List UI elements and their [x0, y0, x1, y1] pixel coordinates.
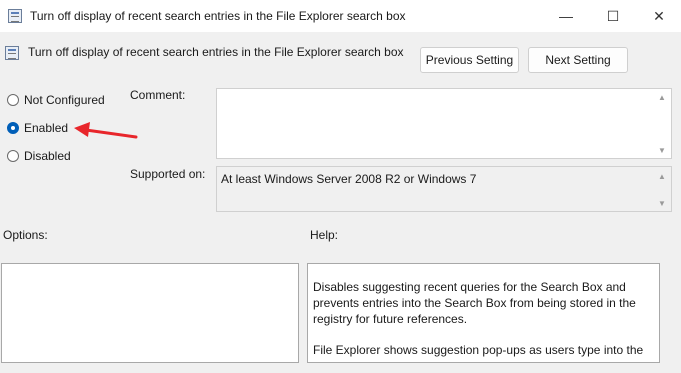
radio-enabled[interactable]: Enabled [7, 121, 68, 135]
supported-on-field: At least Windows Server 2008 R2 or Windo… [216, 166, 672, 212]
help-panel: Disables suggesting recent queries for t… [307, 263, 660, 363]
previous-setting-button[interactable]: Previous Setting [420, 47, 519, 73]
close-button[interactable]: ✕ [636, 0, 681, 32]
radio-not-configured-label: Not Configured [24, 93, 105, 107]
options-label: Options: [3, 228, 48, 242]
radio-disabled[interactable]: Disabled [7, 149, 71, 163]
radio-enabled-label: Enabled [24, 121, 69, 135]
annotation-arrow-icon [74, 122, 138, 139]
supported-on-value: At least Windows Server 2008 R2 or Windo… [221, 172, 477, 186]
scroll-up-icon[interactable]: ▲ [658, 172, 666, 181]
radio-disabled-label: Disabled [24, 149, 71, 163]
policy-icon [8, 9, 22, 23]
options-panel [1, 263, 299, 363]
setting-icon [5, 46, 19, 60]
scroll-down-icon[interactable]: ▼ [658, 199, 666, 208]
help-text: Disables suggesting recent queries for t… [313, 279, 651, 373]
radio-not-configured[interactable]: Not Configured [7, 93, 105, 107]
setting-title: Turn off display of recent search entrie… [28, 45, 404, 59]
comment-scrollbar[interactable]: ▲ ▼ [655, 93, 669, 155]
scroll-down-icon[interactable]: ▼ [658, 146, 666, 155]
scroll-up-icon[interactable]: ▲ [658, 93, 666, 102]
minimize-button[interactable]: — [543, 0, 589, 32]
help-label: Help: [310, 228, 339, 242]
window-title: Turn off display of recent search entrie… [30, 9, 406, 23]
radio-disabled-circle[interactable] [7, 150, 19, 162]
maximize-button[interactable]: ☐ [590, 0, 636, 32]
supported-on-label: Supported on: [130, 167, 206, 181]
radio-not-configured-circle[interactable] [7, 94, 19, 106]
next-setting-button[interactable]: Next Setting [528, 47, 628, 73]
radio-enabled-circle[interactable] [7, 122, 19, 134]
comment-label: Comment: [130, 88, 186, 102]
comment-textarea[interactable]: ▲ ▼ [216, 88, 672, 159]
help-paragraph: Disables suggesting recent queries for t… [313, 280, 636, 326]
help-paragraph: File Explorer shows suggestion pop-ups a… [313, 343, 644, 357]
supported-scrollbar[interactable]: ▲ ▼ [655, 172, 669, 208]
